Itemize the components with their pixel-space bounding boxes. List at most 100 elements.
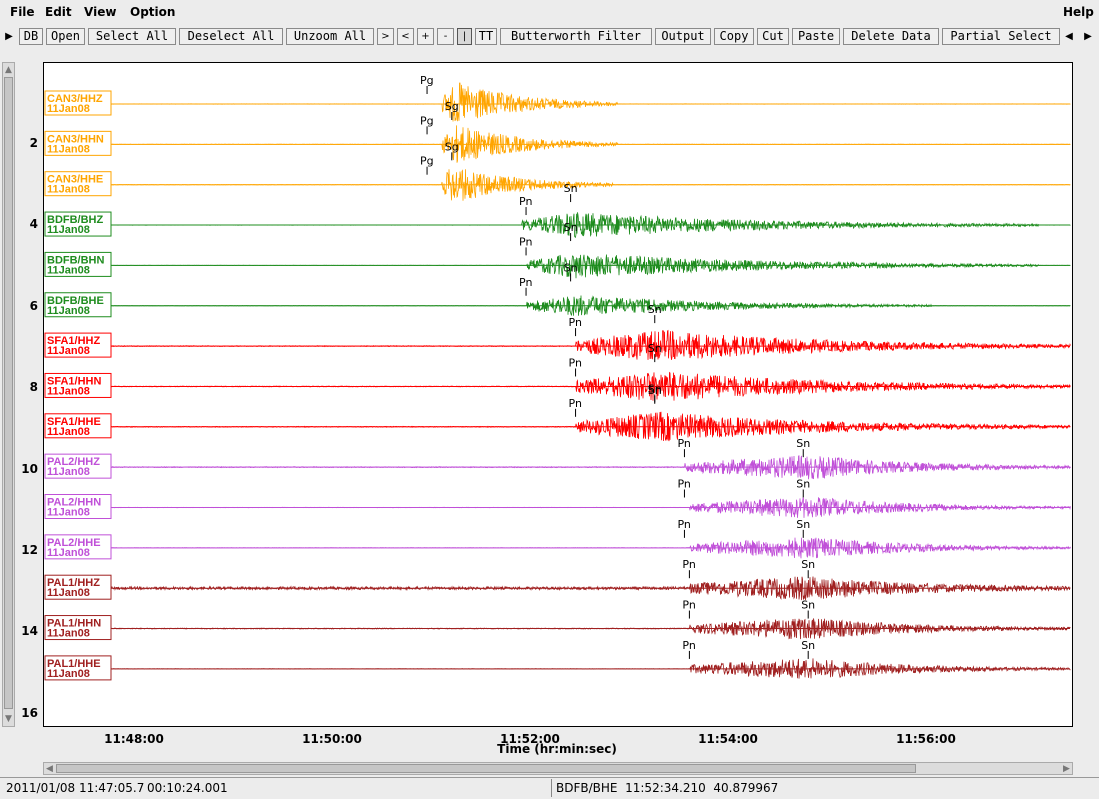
trace-pal1-hhe[interactable]: PAL1/HHE11Jan08Pn Sn (44, 639, 1071, 681)
phase-pick-label[interactable]: Sn (648, 384, 662, 397)
phase-pick-label[interactable]: Pn (569, 356, 582, 369)
row-number: 6 (29, 298, 38, 313)
phase-pick-label[interactable]: Pn (677, 518, 690, 531)
trace-can3-hhz[interactable]: CAN3/HHZ11Jan08PgSg (44, 74, 1071, 122)
phase-pick-label[interactable]: Sg (445, 100, 459, 113)
row-number: 2 (29, 136, 38, 150)
phase-pick-label[interactable]: Pn (677, 478, 690, 491)
open-button[interactable]: Open (46, 28, 85, 45)
trace-pal2-hhn[interactable]: PAL2/HHN11Jan08Pn Sn (44, 478, 1071, 519)
trace-pal1-hhz[interactable]: PAL1/HHZ11Jan08Pn Sn (44, 558, 1071, 601)
trace-bdfb-bhn[interactable]: BDFB/BHN11Jan08PnSn (44, 235, 1071, 282)
trace-can3-hhe[interactable]: CAN3/HHE11Jan08Pg (44, 155, 1071, 201)
waveform-line[interactable] (109, 82, 1071, 122)
phase-pick-label[interactable]: Sn (801, 558, 815, 571)
menu-file[interactable]: File (10, 5, 35, 19)
scroll-up-icon[interactable]: ▲ (3, 64, 14, 76)
prev-button[interactable]: < (397, 28, 414, 45)
phase-pick-label[interactable]: Sn (648, 342, 662, 355)
next-button[interactable]: > (377, 28, 394, 45)
menu-view[interactable]: View (84, 5, 116, 19)
phase-pick-label[interactable]: Pg (420, 155, 434, 168)
db-button[interactable]: DB (19, 28, 43, 45)
unzoom-all-button[interactable]: Unzoom All (286, 28, 374, 45)
phase-pick-label[interactable]: Pn (519, 276, 532, 289)
trace-date-label: 11Jan08 (47, 103, 90, 115)
waveform-line[interactable] (109, 254, 1071, 279)
status-divider (551, 779, 552, 797)
tt-button[interactable]: TT (475, 28, 497, 45)
row-number: 12 (21, 543, 38, 557)
phase-pick-label[interactable]: Pn (682, 599, 695, 612)
trace-sfa1-hhn[interactable]: SFA1/HHN11Jan08PnSn (44, 356, 1071, 403)
butterworth-filter-button[interactable]: Butterworth Filter (500, 28, 652, 45)
trace-pal2-hhe[interactable]: PAL2/HHE11Jan08Pn Sn (44, 518, 1071, 560)
paste-button[interactable]: Paste (792, 28, 840, 45)
phase-pick-label[interactable]: Sn (796, 518, 810, 531)
deselect-all-button[interactable]: Deselect All (179, 28, 283, 45)
toolbar-arrow-right-icon[interactable]: ▶ (1082, 29, 1094, 44)
phase-pick-label[interactable]: Sg (445, 140, 459, 153)
phase-pick-label[interactable]: Sn (648, 303, 662, 316)
phase-pick-label[interactable]: Sn (564, 182, 578, 195)
trace-bdfb-bhe[interactable]: BDFB/BHE11Jan08Pn (44, 276, 1071, 318)
phase-pick-label[interactable]: Pg (420, 114, 434, 127)
menu-bar: File Edit View Option Help (0, 0, 1099, 24)
scroll-right-icon[interactable]: ▶ (1061, 763, 1072, 775)
waveform-canvas[interactable]: CAN3/HHZ11Jan08PgSgCAN3/HHN11Jan08PgSgCA… (44, 63, 1072, 726)
scroll-left-icon[interactable]: ◀ (44, 763, 55, 775)
time-tick-label: 11:54:00 (698, 732, 758, 746)
select-all-button[interactable]: Select All (88, 28, 176, 45)
phase-pick-label[interactable]: Pn (677, 437, 690, 450)
row-number: 14 (21, 624, 38, 639)
horizontal-scrollbar[interactable]: ◀ ▶ (43, 762, 1073, 775)
phase-pick-label[interactable]: Pn (682, 639, 695, 652)
menu-edit[interactable]: Edit (45, 5, 72, 19)
phase-pick-label[interactable]: Pn (519, 195, 532, 208)
phase-pick-label[interactable]: Pg (420, 74, 434, 87)
status-cursor-readout: BDFB/BHE 11:52:34.210 40.879967 (556, 781, 779, 795)
delete-data-button[interactable]: Delete Data (843, 28, 939, 45)
phase-pick-label[interactable]: Pn (569, 397, 582, 410)
trace-date-label: 11Jan08 (47, 345, 90, 357)
partial-select-button[interactable]: Partial Select (942, 28, 1060, 45)
row-number: 8 (29, 380, 38, 395)
phase-pick-label[interactable]: Sn (796, 478, 810, 491)
toolbar-scroll-left-icon[interactable]: ▶ (3, 29, 15, 44)
trace-can3-hhn[interactable]: CAN3/HHN11Jan08PgSg (44, 114, 1071, 163)
trace-pal2-hhz[interactable]: PAL2/HHZ11Jan08Pn Sn (44, 437, 1071, 480)
trace-date-label: 11Jan08 (47, 385, 90, 397)
menu-option[interactable]: Option (130, 5, 175, 19)
phase-pick-label[interactable]: Pn (519, 235, 532, 248)
copy-button[interactable]: Copy (714, 28, 754, 45)
trace-date-label: 11Jan08 (47, 668, 90, 680)
trace-bdfb-bhz[interactable]: BDFB/BHZ11Jan08PnSnSn (44, 182, 1071, 242)
phase-pick-label[interactable]: Sn (801, 599, 815, 612)
zoom-out-button[interactable]: - (437, 28, 454, 45)
trace-date-label: 11Jan08 (47, 628, 90, 640)
cursor-button[interactable]: | (457, 28, 472, 45)
horizontal-scroll-thumb[interactable] (56, 764, 916, 773)
waveform-plot[interactable]: CAN3/HHZ 11Jan08 Pg Sg CAN3/HHN 11Jan08 Pg Sg CA… (43, 62, 1073, 727)
phase-pick-label[interactable]: Pn (569, 316, 582, 329)
menu-help[interactable]: Help (1063, 5, 1094, 19)
toolbar: ▶ DB Open Select All Deselect All Unzoom… (0, 26, 1099, 48)
trace-sfa1-hhe[interactable]: SFA1/HHE11Jan08PnSn (44, 384, 1071, 442)
output-button[interactable]: Output (655, 28, 711, 45)
phase-pick-label[interactable]: Sn (564, 221, 578, 234)
trace-sfa1-hhz[interactable]: SFA1/HHZ11Jan08PnSnSn (44, 303, 1071, 363)
row-number: 16 (21, 705, 38, 720)
phase-pick-label[interactable]: Pn (682, 558, 695, 571)
cut-button[interactable]: Cut (757, 28, 789, 45)
phase-pick-label[interactable]: Sn (564, 261, 578, 274)
trace-date-label: 11Jan08 (47, 305, 90, 317)
time-axis-title: Time (hr:min:sec) (497, 742, 617, 756)
row-number: 4 (29, 217, 38, 232)
trace-pal1-hhn[interactable]: PAL1/HHN11Jan08Pn Sn (44, 599, 1071, 641)
zoom-in-button[interactable]: + (417, 28, 434, 45)
phase-pick-label[interactable]: Sn (796, 437, 810, 450)
waveform-line[interactable] (109, 329, 1071, 360)
status-duration: 00:10:24.001 (147, 781, 228, 795)
phase-pick-label[interactable]: Sn (801, 639, 815, 652)
toolbar-arrow-left-icon[interactable]: ◀ (1063, 29, 1075, 44)
